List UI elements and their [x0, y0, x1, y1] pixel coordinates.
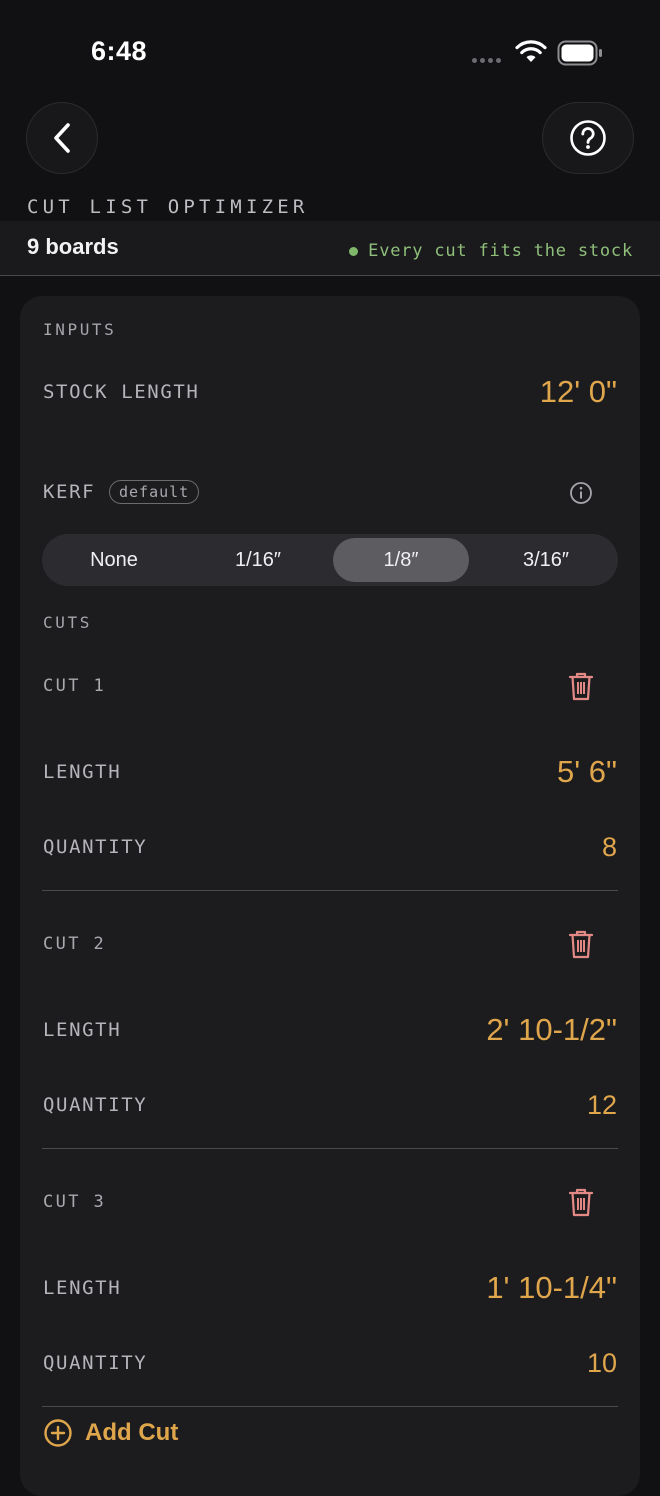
cellular-signal-icon: [472, 58, 501, 63]
trash-icon[interactable]: [567, 928, 595, 960]
question-circle-icon: [570, 120, 606, 156]
cut-2-quantity-label: QUANTITY: [43, 1094, 148, 1116]
status-time: 6:48: [91, 36, 148, 66]
kerf-segmented-control: None 1/16″ 1/8″ 3/16″: [42, 534, 618, 586]
stock-length-value[interactable]: 12' 0": [540, 374, 617, 410]
cut-3-quantity-value[interactable]: 10: [587, 1348, 617, 1379]
fit-status-text: Every cut fits the stock: [368, 241, 633, 261]
cut-divider: [42, 890, 618, 891]
cut-3-length-label: LENGTH: [43, 1277, 122, 1299]
cut-divider: [42, 1148, 618, 1149]
cut-1-length-value[interactable]: 5' 6": [557, 754, 617, 790]
cut-2-length-value[interactable]: 2' 10-1/2": [486, 1012, 617, 1048]
help-button[interactable]: [542, 102, 634, 174]
kerf-default-badge: default: [109, 480, 200, 504]
add-cut-button[interactable]: Add Cut: [43, 1418, 178, 1448]
trash-icon[interactable]: [567, 1186, 595, 1218]
cut-divider: [42, 1406, 618, 1407]
info-icon[interactable]: [569, 481, 593, 505]
add-cut-label: Add Cut: [85, 1419, 179, 1446]
status-bar: 6:48: [0, 0, 660, 100]
cut-2-quantity-value[interactable]: 12: [587, 1090, 617, 1121]
summary-bar: 9 boards Every cut fits the stock: [0, 221, 660, 276]
cut-3-length-value[interactable]: 1' 10-1/4": [486, 1270, 617, 1306]
stock-length-label: STOCK LENGTH: [43, 381, 200, 403]
app-title: CUT LIST OPTIMIZER: [27, 196, 309, 218]
kerf-option-1-8[interactable]: 1/8″: [333, 538, 469, 582]
cut-3-label: CUT 3: [43, 1192, 107, 1212]
inputs-section-label: INPUTS: [43, 320, 117, 339]
cut-1-quantity-label: QUANTITY: [43, 836, 148, 858]
cut-3-quantity-label: QUANTITY: [43, 1352, 148, 1374]
cut-2-length-label: LENGTH: [43, 1019, 122, 1041]
kerf-option-none[interactable]: None: [46, 538, 182, 582]
cuts-section-label: CUTS: [43, 613, 92, 632]
boards-count: 9 boards: [27, 234, 119, 259]
cut-1-label: CUT 1: [43, 676, 107, 696]
cut-2-label: CUT 2: [43, 934, 107, 954]
inputs-card: INPUTS STOCK LENGTH 12' 0" KERF default …: [20, 296, 640, 1496]
plus-circle-icon: [44, 1419, 72, 1447]
kerf-label: KERF: [43, 481, 96, 503]
fit-status: Every cut fits the stock: [349, 241, 633, 261]
status-dot-icon: [349, 246, 359, 256]
battery-icon: [557, 40, 602, 66]
wifi-icon: [515, 40, 547, 62]
kerf-option-1-16[interactable]: 1/16″: [190, 538, 326, 582]
cut-1-length-label: LENGTH: [43, 761, 122, 783]
back-button[interactable]: [26, 102, 98, 174]
trash-icon[interactable]: [567, 670, 595, 702]
chevron-left-icon: [54, 123, 70, 153]
cut-1-quantity-value[interactable]: 8: [602, 832, 617, 863]
kerf-option-3-16[interactable]: 3/16″: [478, 538, 614, 582]
